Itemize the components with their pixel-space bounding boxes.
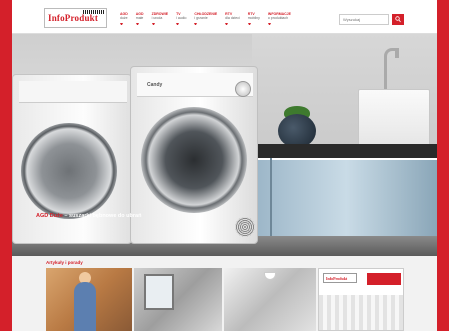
chevron-down-icon	[120, 23, 123, 26]
cabinet-image	[256, 158, 437, 238]
article-interior[interactable]	[134, 268, 222, 331]
hero-banner[interactable]: Candy AGD Duże – suszarki bębnowe do ubr…	[12, 34, 437, 256]
article-magazine[interactable]: InfoProdukt	[318, 268, 404, 331]
nav-item-bottom: duże	[120, 16, 128, 20]
sink-image	[358, 89, 430, 147]
countertop-image	[256, 144, 437, 158]
hero-caption-brand: AGD Duże	[36, 213, 63, 219]
article-kitchen[interactable]	[224, 268, 316, 331]
chevron-down-icon	[247, 23, 251, 26]
washer-door	[21, 123, 117, 219]
nav-item-informacje[interactable]: INFORMACJE o produktach	[267, 12, 291, 32]
cabinet-divider	[270, 158, 272, 238]
nav-item-bottom: małe	[135, 16, 144, 20]
search-input[interactable]	[339, 14, 389, 25]
site-logo[interactable]: InfoProdukt	[44, 8, 107, 28]
site-header: InfoProdukt AGD duże AGD małe ZDROWIE i …	[12, 0, 437, 34]
nav-item-bottom: o produktach	[267, 16, 289, 20]
dryer-door	[141, 107, 247, 213]
nav-item-bottom: i uroda	[151, 16, 163, 20]
articles-section: Artykuły i porady InfoProdukt	[12, 256, 437, 331]
dryer-image: Candy	[130, 66, 258, 244]
chevron-down-icon	[194, 23, 198, 26]
chevron-down-icon	[151, 23, 155, 26]
nav-item-rtv-dzieci[interactable]: RTV dla dzieci	[225, 12, 240, 32]
dial-icon	[235, 81, 251, 97]
search-icon	[395, 16, 401, 23]
magazine-badge	[367, 273, 401, 285]
nav-item-zdrowie[interactable]: ZDROWIE i uroda	[151, 12, 168, 32]
hero-caption[interactable]: AGD Duże – suszarki bębnowe do ubrań	[36, 213, 141, 219]
nav-item-rtv-mobilny[interactable]: RTV mobilny	[247, 12, 260, 32]
hero-caption-text: – suszarki bębnowe do ubrań	[62, 213, 142, 219]
chevron-down-icon	[135, 23, 139, 26]
nav-item-agd-male[interactable]: AGD małe	[135, 12, 144, 32]
dryer-brand: Candy	[147, 82, 163, 88]
nav-item-tv[interactable]: TV i audio	[176, 12, 186, 32]
magazine-logo: InfoProdukt	[323, 273, 357, 283]
dryer-control-panel: Candy	[137, 73, 253, 97]
chevron-down-icon	[267, 23, 271, 26]
nav-item-bottom: i grzanie	[194, 16, 208, 20]
chevron-down-icon	[176, 23, 180, 26]
vent-icon	[235, 217, 255, 237]
main-nav: AGD duże AGD małe ZDROWIE i uroda TV i a…	[120, 12, 299, 32]
magazine-cover-image	[319, 295, 403, 330]
person-body	[74, 282, 96, 331]
nav-item-bottom: dla dzieci	[225, 16, 240, 20]
nav-item-bottom: mobilny	[247, 16, 260, 20]
chevron-down-icon	[225, 23, 229, 26]
search-button[interactable]	[392, 14, 404, 25]
magazine-logo-text: InfoProdukt	[326, 276, 348, 281]
page: InfoProdukt AGD duże AGD małe ZDROWIE i …	[12, 0, 437, 331]
faucet-spout	[395, 48, 399, 58]
plant-pot-image	[278, 114, 316, 148]
lamp-image	[264, 272, 276, 280]
nav-item-agd-duze[interactable]: AGD duże	[120, 12, 128, 32]
nav-item-chlodzenie[interactable]: CHŁODZENIE i grzanie	[194, 12, 217, 32]
article-family[interactable]	[46, 268, 132, 331]
washer-control-panel	[19, 81, 127, 103]
window-image	[144, 274, 174, 310]
logo-text: InfoProdukt	[48, 13, 99, 23]
nav-item-bottom: i audio	[176, 16, 187, 20]
section-title: Artykuły i porady	[46, 260, 83, 265]
